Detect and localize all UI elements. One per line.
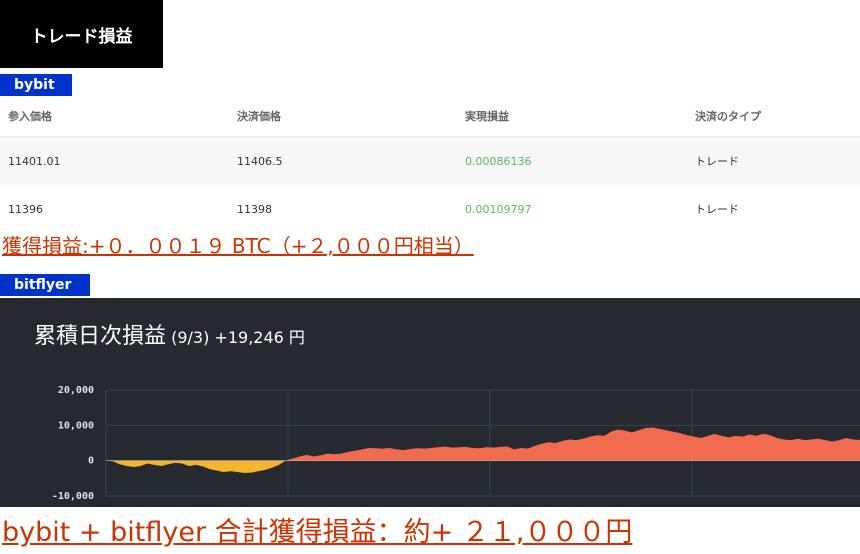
entry-price: 11401.01 (8, 154, 61, 168)
total-gain-summary: bybit + bitflyer 合計獲得損益：約+ ２１,０００円 (2, 517, 633, 548)
y-tick-label: 0 (88, 456, 94, 467)
cumulative-pnl-chart: 20,000 10,000 0 -10,000 累積日次損益 (9/3) +19,24… (0, 298, 860, 507)
chart-title-sub: (9/3) +19,246 円 (171, 328, 305, 347)
y-tick-label: -10,000 (52, 491, 94, 502)
realized-pnl: 0.00109797 (465, 202, 532, 216)
realized-pnl: 0.00086136 (465, 154, 532, 168)
chart-title-main: 累積日次損益 (34, 324, 167, 349)
col-realized-pnl: 実現損益 (465, 110, 509, 123)
negative-area (106, 460, 860, 474)
exit-price: 11398 (237, 202, 272, 216)
col-exit-price: 決済価格 (237, 110, 281, 123)
settlement-type: トレード (695, 203, 739, 216)
positive-area (106, 427, 860, 461)
page-title: トレード損益 (0, 0, 163, 68)
table-row: 11396 11398 0.00109797 トレード (0, 185, 860, 233)
col-settlement-type: 決済のタイプ (695, 110, 761, 123)
exit-price: 11406.5 (237, 154, 283, 168)
y-tick-label: 10,000 (58, 420, 94, 431)
bitflyer-tag: bitflyer (0, 274, 90, 296)
col-entry-price: 参入価格 (8, 110, 52, 123)
settlement-type: トレード (695, 155, 739, 168)
bybit-tag: bybit (0, 74, 72, 96)
table-row: 11401.01 11406.5 0.00086136 トレード (0, 137, 860, 185)
entry-price: 11396 (8, 202, 43, 216)
y-tick-label: 20,000 (58, 385, 94, 396)
bybit-gain-summary: 獲得損益:+０．００１９ BTC（+２,０００円相当） (2, 234, 474, 258)
trade-table: 参入価格 決済価格 実現損益 決済のタイプ 11401.01 11406.5 0… (0, 96, 860, 233)
chart-title: 累積日次損益 (9/3) +19,246 円 (34, 318, 305, 350)
table-header: 参入価格 決済価格 実現損益 決済のタイプ (0, 96, 860, 137)
